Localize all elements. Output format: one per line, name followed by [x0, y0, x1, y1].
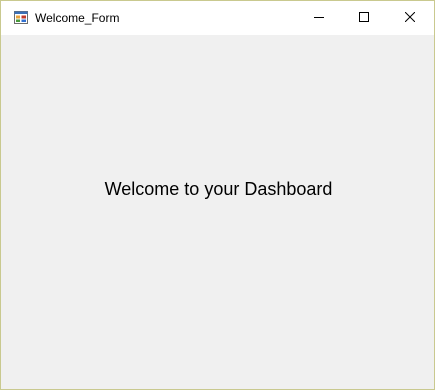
app-window: Welcome_Form Welcome to your Dashboard — [0, 0, 435, 390]
welcome-label: Welcome to your Dashboard — [104, 179, 333, 199]
form-app-icon[interactable] — [14, 11, 28, 24]
minimize-icon — [313, 9, 324, 27]
maximize-icon — [358, 9, 369, 27]
close-button[interactable] — [387, 1, 432, 35]
maximize-button[interactable] — [341, 1, 386, 35]
title-bar[interactable]: Welcome_Form — [1, 1, 434, 35]
close-icon — [404, 9, 415, 27]
minimize-button[interactable] — [296, 1, 341, 35]
form-client-area: Welcome to your Dashboard — [1, 35, 434, 389]
window-title: Welcome_Form — [35, 11, 120, 25]
